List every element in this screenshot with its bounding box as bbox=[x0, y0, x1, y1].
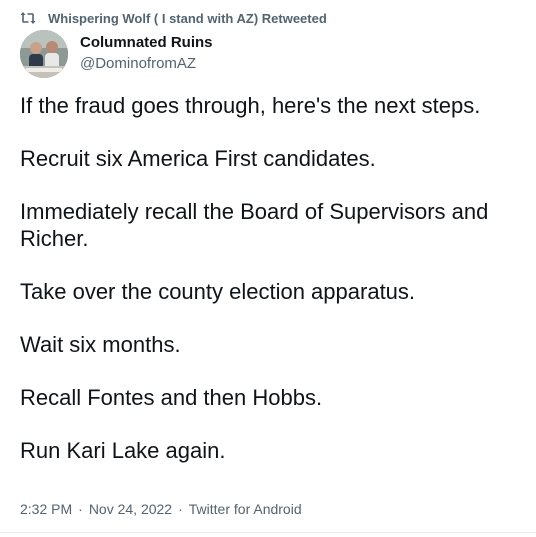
tweet-paragraph: Immediately recall the Board of Supervis… bbox=[20, 199, 489, 251]
retweet-context[interactable]: Whispering Wolf ( I stand with AZ) Retwe… bbox=[20, 8, 327, 28]
tweet-paragraph: Recall Fontes and then Hobbs. bbox=[20, 385, 323, 410]
avatar-photo bbox=[20, 30, 68, 78]
tweet-paragraph: Take over the county election apparatus. bbox=[20, 279, 416, 304]
tweet-paragraph: Wait six months. bbox=[20, 332, 181, 357]
avatar[interactable] bbox=[20, 30, 68, 78]
meta-separator: · bbox=[78, 501, 83, 517]
author-handle[interactable]: @DominofromAZ bbox=[80, 55, 213, 73]
retweet-icon bbox=[20, 11, 36, 25]
tweet-author[interactable]: Columnated Ruins @DominofromAZ bbox=[80, 34, 213, 73]
tweet-paragraph: Run Kari Lake again. bbox=[20, 438, 226, 463]
tweet-date[interactable]: Nov 24, 2022 bbox=[89, 501, 172, 517]
tweet-time[interactable]: 2:32 PM bbox=[20, 501, 72, 517]
tweet-paragraph: If the fraud goes through, here's the ne… bbox=[20, 93, 481, 118]
retweet-label[interactable]: Whispering Wolf ( I stand with AZ) Retwe… bbox=[48, 11, 327, 26]
tweet-text: If the fraud goes through, here's the ne… bbox=[20, 92, 520, 490]
meta-separator: · bbox=[178, 501, 183, 517]
divider bbox=[0, 532, 536, 533]
tweet-metadata: 2:32 PM · Nov 24, 2022 · Twitter for And… bbox=[20, 501, 302, 517]
tweet-source[interactable]: Twitter for Android bbox=[189, 501, 302, 517]
author-name[interactable]: Columnated Ruins bbox=[80, 34, 213, 52]
tweet-paragraph: Recruit six America First candidates. bbox=[20, 146, 376, 171]
